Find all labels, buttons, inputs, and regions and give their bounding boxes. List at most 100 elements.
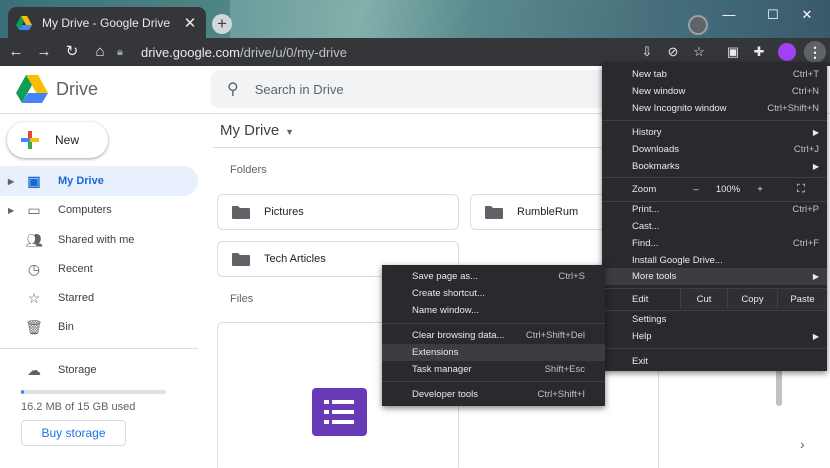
tab-title: My Drive - Google Drive	[42, 15, 171, 30]
tracking-blocked-icon[interactable]: ⊘	[662, 41, 684, 63]
menu-item-downloads[interactable]: Downloads Ctrl+J	[602, 141, 827, 158]
fullscreen-icon[interactable]: ⛶	[775, 179, 827, 199]
menu-item-history[interactable]: History ▶	[602, 124, 827, 141]
sidebar-item-shared-with-me[interactable]: 👥︎ Shared with me	[0, 225, 198, 255]
title-bar: My Drive - Google Drive ✕ + — ☐ ✕	[0, 0, 830, 38]
home-icon[interactable]: ⌂	[88, 40, 112, 64]
profile-avatar[interactable]	[778, 43, 796, 61]
menu-item-exit[interactable]: Exit	[602, 353, 827, 370]
star-icon: ☆	[27, 289, 41, 306]
drive-favicon-icon	[16, 15, 32, 30]
submenu-item-save-page[interactable]: Save page as... Ctrl+S	[382, 268, 605, 285]
url-path: /drive/u/0/my-drive	[240, 44, 347, 60]
sidebar-item-my-drive[interactable]: ▶ ▣ My Drive	[0, 166, 198, 196]
menu-item-settings[interactable]: Settings	[602, 311, 827, 328]
menu-separator	[602, 348, 827, 349]
bin-icon: 🗑︎	[25, 318, 43, 335]
cut-button[interactable]: Cut	[680, 289, 727, 309]
browser-tab[interactable]: My Drive - Google Drive ✕	[8, 7, 206, 38]
install-app-icon[interactable]: ⇩	[636, 41, 658, 63]
files-label: Files	[230, 293, 254, 305]
submenu-item-clear-browsing-data[interactable]: Clear browsing data... Ctrl+Shift+Del	[382, 327, 605, 344]
plus-icon	[21, 131, 39, 149]
sidebar-item-starred[interactable]: ☆ Starred	[0, 283, 198, 313]
back-arrow-icon[interactable]: ←	[4, 40, 28, 64]
submenu-item-extensions[interactable]: Extensions	[382, 344, 605, 361]
reload-icon[interactable]: ↻	[60, 40, 84, 64]
sidebar-item-storage[interactable]: ☁ Storage	[0, 355, 198, 385]
expand-caret-icon[interactable]: ▶	[8, 206, 18, 215]
menu-item-new-window[interactable]: New window Ctrl+N	[602, 83, 827, 100]
new-button-label: New	[55, 133, 80, 147]
new-tab-button[interactable]: +	[212, 14, 232, 34]
folders-label: Folders	[230, 164, 267, 176]
zoom-in-button[interactable]: +	[745, 179, 775, 199]
copy-button[interactable]: Copy	[727, 289, 777, 309]
main-divider	[213, 147, 613, 148]
menu-item-help[interactable]: Help ▶	[602, 328, 827, 345]
folder-card[interactable]: Pictures	[217, 194, 459, 230]
menu-separator	[602, 120, 827, 121]
zoom-label: Zoom	[632, 183, 657, 195]
chrome-main-menu: New tab Ctrl+T New window Ctrl+N New Incog…	[602, 62, 827, 371]
submenu-arrow-icon: ▶	[812, 272, 819, 281]
zoom-out-button[interactable]: –	[681, 179, 711, 199]
search-input[interactable]: ⚲ Search in Drive	[211, 70, 631, 108]
menu-item-new-tab[interactable]: New tab Ctrl+T	[602, 66, 827, 83]
zoom-row: Zoom – 100% + ⛶	[602, 179, 827, 199]
sidebar-item-computers[interactable]: ▶ ▭ Computers	[0, 195, 198, 225]
chevron-right-icon[interactable]: ›	[800, 436, 805, 452]
submenu-item-create-shortcut[interactable]: Create shortcut...	[382, 285, 605, 302]
expand-caret-icon[interactable]: ▶	[8, 177, 18, 186]
storage-progress-bar	[21, 390, 166, 394]
sidebar-item-label: Starred	[58, 292, 95, 304]
my-drive-title[interactable]: My Drive ▼	[220, 122, 294, 139]
search-placeholder: Search in Drive	[254, 81, 344, 97]
folder-icon	[232, 205, 250, 219]
chrome-menu-icon[interactable]: ⋮	[804, 41, 826, 63]
sidebar-item-recent[interactable]: ◷ Recent	[0, 254, 198, 284]
submenu-item-task-manager[interactable]: Task manager Shift+Esc	[382, 361, 605, 378]
buy-storage-button[interactable]: Buy storage	[21, 420, 126, 446]
menu-separator	[382, 381, 605, 382]
close-window-button[interactable]: ✕	[790, 4, 824, 26]
sidebar-item-label: Shared with me	[58, 234, 135, 246]
storage-progress-fill	[21, 390, 24, 394]
extensions-puzzle-icon[interactable]: ✚	[748, 41, 770, 63]
menu-item-install-drive[interactable]: Install Google Drive...	[602, 252, 827, 269]
bookmark-star-icon[interactable]: ☆	[688, 41, 710, 63]
folder-icon	[232, 252, 250, 266]
paste-button[interactable]: Paste	[777, 289, 827, 309]
dropdown-caret-icon: ▼	[285, 127, 295, 137]
submenu-item-name-window[interactable]: Name window...	[382, 302, 605, 319]
folder-icon	[485, 205, 503, 219]
extension-screen-icon[interactable]: ▣	[722, 41, 744, 63]
menu-item-bookmarks[interactable]: Bookmarks ▶	[602, 158, 827, 175]
forward-arrow-icon[interactable]: →	[32, 40, 56, 64]
menu-item-more-tools[interactable]: More tools ▶	[602, 268, 827, 285]
menu-item-print[interactable]: Print... Ctrl+P	[602, 201, 827, 218]
lock-icon: 🔒︎	[117, 45, 123, 58]
shared-icon: 👥︎	[25, 231, 43, 248]
menu-item-find[interactable]: Find... Ctrl+F	[602, 235, 827, 252]
submenu-arrow-icon: ▶	[812, 332, 819, 341]
menu-separator	[382, 323, 605, 324]
submenu-item-developer-tools[interactable]: Developer tools Ctrl+Shift+I	[382, 386, 605, 403]
minimize-button[interactable]: —	[712, 4, 746, 26]
tab-close-icon[interactable]: ✕	[182, 14, 198, 32]
new-button[interactable]: New	[7, 122, 108, 158]
menu-separator	[602, 177, 827, 178]
edit-label: Edit	[632, 293, 649, 305]
sidebar-item-bin[interactable]: 🗑︎ Bin	[0, 312, 198, 342]
address-bar[interactable]: 🔒︎ drive.google.com /drive/u/0/my-drive	[117, 41, 627, 63]
menu-item-incognito[interactable]: New Incognito window Ctrl+Shift+N	[602, 100, 827, 117]
profile-indicator-icon[interactable]	[688, 15, 708, 35]
drive-logo[interactable]: Drive	[16, 75, 98, 103]
my-drive-icon: ▣	[27, 172, 41, 189]
maximize-button[interactable]: ☐	[756, 4, 790, 26]
clock-icon: ◷	[27, 260, 41, 277]
menu-item-cast[interactable]: Cast...	[602, 218, 827, 235]
sidebar-item-label: Bin	[58, 321, 74, 333]
submenu-arrow-icon: ▶	[812, 128, 819, 137]
submenu-arrow-icon: ▶	[812, 162, 819, 171]
